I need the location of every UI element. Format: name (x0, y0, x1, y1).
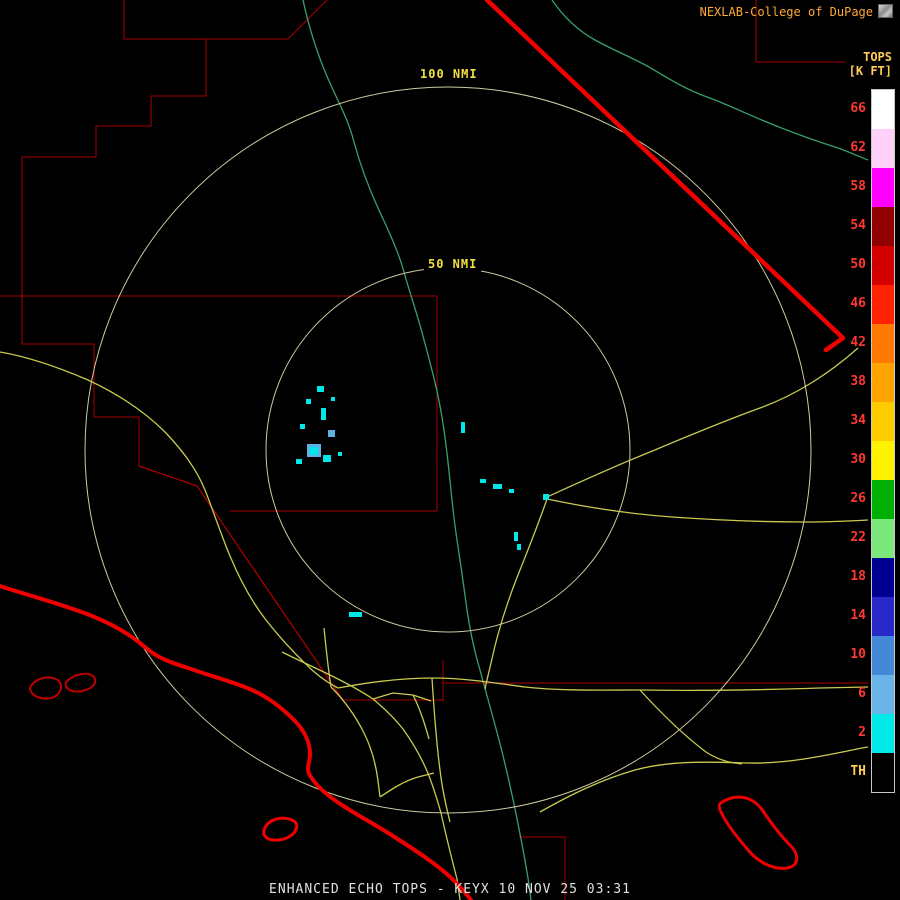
color-swatch (872, 636, 894, 675)
island-outline (717, 795, 799, 870)
range-rings (84, 86, 812, 814)
legend-value: 2 (858, 725, 866, 740)
legend-value-labels: 66 62 58 54 50 46 42 38 34 30 26 22 18 1… (836, 89, 866, 791)
legend-value: 22 (850, 530, 866, 545)
road-line (546, 498, 869, 523)
echo-cell (317, 386, 324, 392)
road-line (539, 746, 869, 813)
echo-cell (328, 430, 335, 437)
county-line (442, 660, 868, 702)
island-outline (28, 676, 62, 700)
color-swatch (872, 402, 894, 441)
color-scale-bar (871, 89, 895, 793)
legend-value: 26 (850, 491, 866, 506)
legend-value: 30 (850, 452, 866, 467)
legend-value: 14 (850, 608, 866, 623)
county-line (21, 0, 443, 701)
state-border (484, 0, 846, 353)
legend-value: 6 (858, 686, 866, 701)
legend-value: 10 (850, 647, 866, 662)
coastline (0, 584, 473, 900)
nexlab-brand-text: NEXLAB-College of DuPage (699, 5, 873, 19)
radar-echoes (296, 386, 549, 617)
color-swatch (872, 324, 894, 363)
color-swatch (872, 597, 894, 636)
road-line (639, 689, 743, 765)
islands-minor (28, 672, 97, 700)
echo-cell (480, 479, 486, 483)
coastline-line (0, 584, 473, 900)
rivers (302, 0, 869, 900)
color-swatch (872, 558, 894, 597)
radar-screen: 100 NMI 50 NMI NEXLAB-College of DuPage … (0, 0, 900, 900)
echo-cell (543, 494, 549, 500)
state-border-line (484, 0, 846, 353)
echo-cell (321, 408, 326, 420)
legend-value: 66 (850, 101, 866, 116)
radar-map (0, 0, 869, 900)
color-swatch (872, 207, 894, 246)
legend-units: [K FT] (848, 64, 892, 78)
island-outline (64, 672, 97, 693)
legend-value: 58 (850, 179, 866, 194)
color-swatch (872, 129, 894, 168)
color-swatch (872, 714, 894, 753)
cod-logo-icon (878, 4, 893, 18)
echo-cell (461, 422, 465, 433)
range-ring-label-50nmi: 50 NMI (424, 256, 482, 272)
county-line (0, 295, 438, 512)
legend-title: TOPS (863, 50, 892, 64)
color-swatch (872, 675, 894, 714)
road-line (0, 351, 339, 689)
color-swatch (872, 363, 894, 402)
color-swatch (872, 519, 894, 558)
legend-value: 50 (850, 257, 866, 272)
road-line (484, 498, 548, 690)
legend-value: 54 (850, 218, 866, 233)
echo-cell (306, 399, 311, 404)
echo-cell (296, 459, 302, 464)
color-swatch (872, 246, 894, 285)
roads (0, 347, 869, 900)
river-line (302, 0, 532, 900)
legend-title-block: TOPS [K FT] (849, 50, 892, 78)
legend-value: 18 (850, 569, 866, 584)
echo-cell (300, 424, 305, 429)
county-boundaries (0, 0, 868, 900)
echo-cell (331, 397, 335, 401)
color-swatch (872, 441, 894, 480)
legend-value: 62 (850, 140, 866, 155)
river-line (551, 0, 869, 161)
color-swatch (872, 285, 894, 324)
range-ring-100nmi (84, 86, 812, 814)
color-swatch (872, 90, 894, 129)
echo-cell (349, 612, 362, 617)
legend-value: 46 (850, 296, 866, 311)
county-line (206, 0, 328, 40)
road-line (337, 677, 869, 692)
product-caption: ENHANCED ECHO TOPS - KEYX 10 NOV 25 03:3… (269, 882, 631, 897)
echo-cell (509, 489, 514, 493)
echo-cell (493, 484, 502, 489)
road-line (330, 686, 381, 798)
color-swatch (872, 753, 894, 792)
legend-value: TH (850, 764, 866, 779)
legend-value: 34 (850, 413, 866, 428)
color-swatch (872, 480, 894, 519)
legend-value: 42 (850, 335, 866, 350)
echo-cell (310, 447, 318, 455)
road-line (379, 772, 435, 798)
echo-cell (514, 532, 518, 541)
range-ring-label-100nmi: 100 NMI (416, 66, 482, 82)
island-outline (262, 816, 299, 842)
road-line (412, 694, 430, 740)
echo-cell (517, 544, 521, 550)
echo-cell (338, 452, 342, 456)
legend-value: 38 (850, 374, 866, 389)
echo-cell (323, 455, 331, 462)
road-line (546, 347, 859, 498)
color-swatch (872, 168, 894, 207)
